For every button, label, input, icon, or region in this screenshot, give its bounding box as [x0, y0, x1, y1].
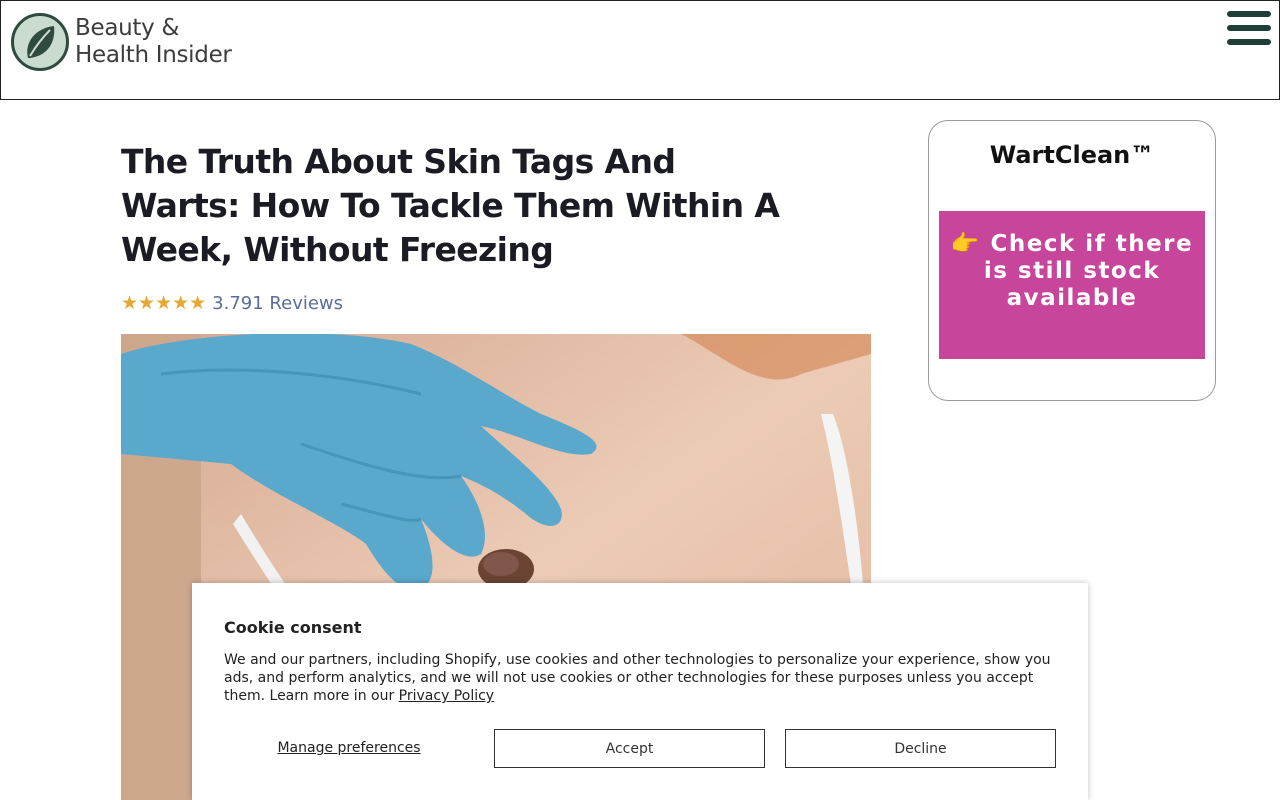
menu-bar	[1227, 25, 1271, 31]
cookie-consent-banner: Cookie consent We and our partners, incl…	[192, 583, 1088, 800]
reviews-count: 3.791 Reviews	[212, 292, 344, 314]
hamburger-menu-icon[interactable]	[1227, 11, 1271, 49]
product-sidebar-card: WartClean™ 👉 Check if there is still sto…	[928, 120, 1216, 401]
rating-row: ★★★★★ 3.791 Reviews	[121, 292, 871, 314]
decline-button[interactable]: Decline	[785, 729, 1056, 768]
product-name: WartClean™	[989, 141, 1155, 169]
cookie-consent-text: We and our partners, including Shopify, …	[224, 651, 1054, 705]
star-rating-icon: ★★★★★	[121, 292, 207, 314]
privacy-policy-link[interactable]: Privacy Policy	[399, 688, 494, 704]
site-header: Beauty & Health Insider	[0, 0, 1280, 100]
manage-preferences-link[interactable]: Manage preferences	[224, 729, 474, 767]
leaf-logo-icon	[11, 13, 69, 71]
check-stock-button[interactable]: 👉 Check if there is still stock availabl…	[939, 211, 1205, 359]
logo-line-2: Health Insider	[75, 42, 232, 68]
article-title: The Truth About Skin Tags And Warts: How…	[121, 142, 780, 269]
site-logo[interactable]: Beauty & Health Insider	[11, 13, 232, 71]
cookie-consent-title: Cookie consent	[224, 618, 362, 637]
accept-button[interactable]: Accept	[494, 729, 765, 768]
logo-wordmark: Beauty & Health Insider	[75, 15, 232, 69]
cookie-consent-body: We and our partners, including Shopify, …	[224, 652, 1051, 704]
article-header: The Truth About Skin Tags And Warts: How…	[121, 140, 871, 314]
menu-bar	[1227, 11, 1271, 17]
menu-bar	[1227, 39, 1271, 45]
logo-line-1: Beauty &	[75, 15, 180, 41]
